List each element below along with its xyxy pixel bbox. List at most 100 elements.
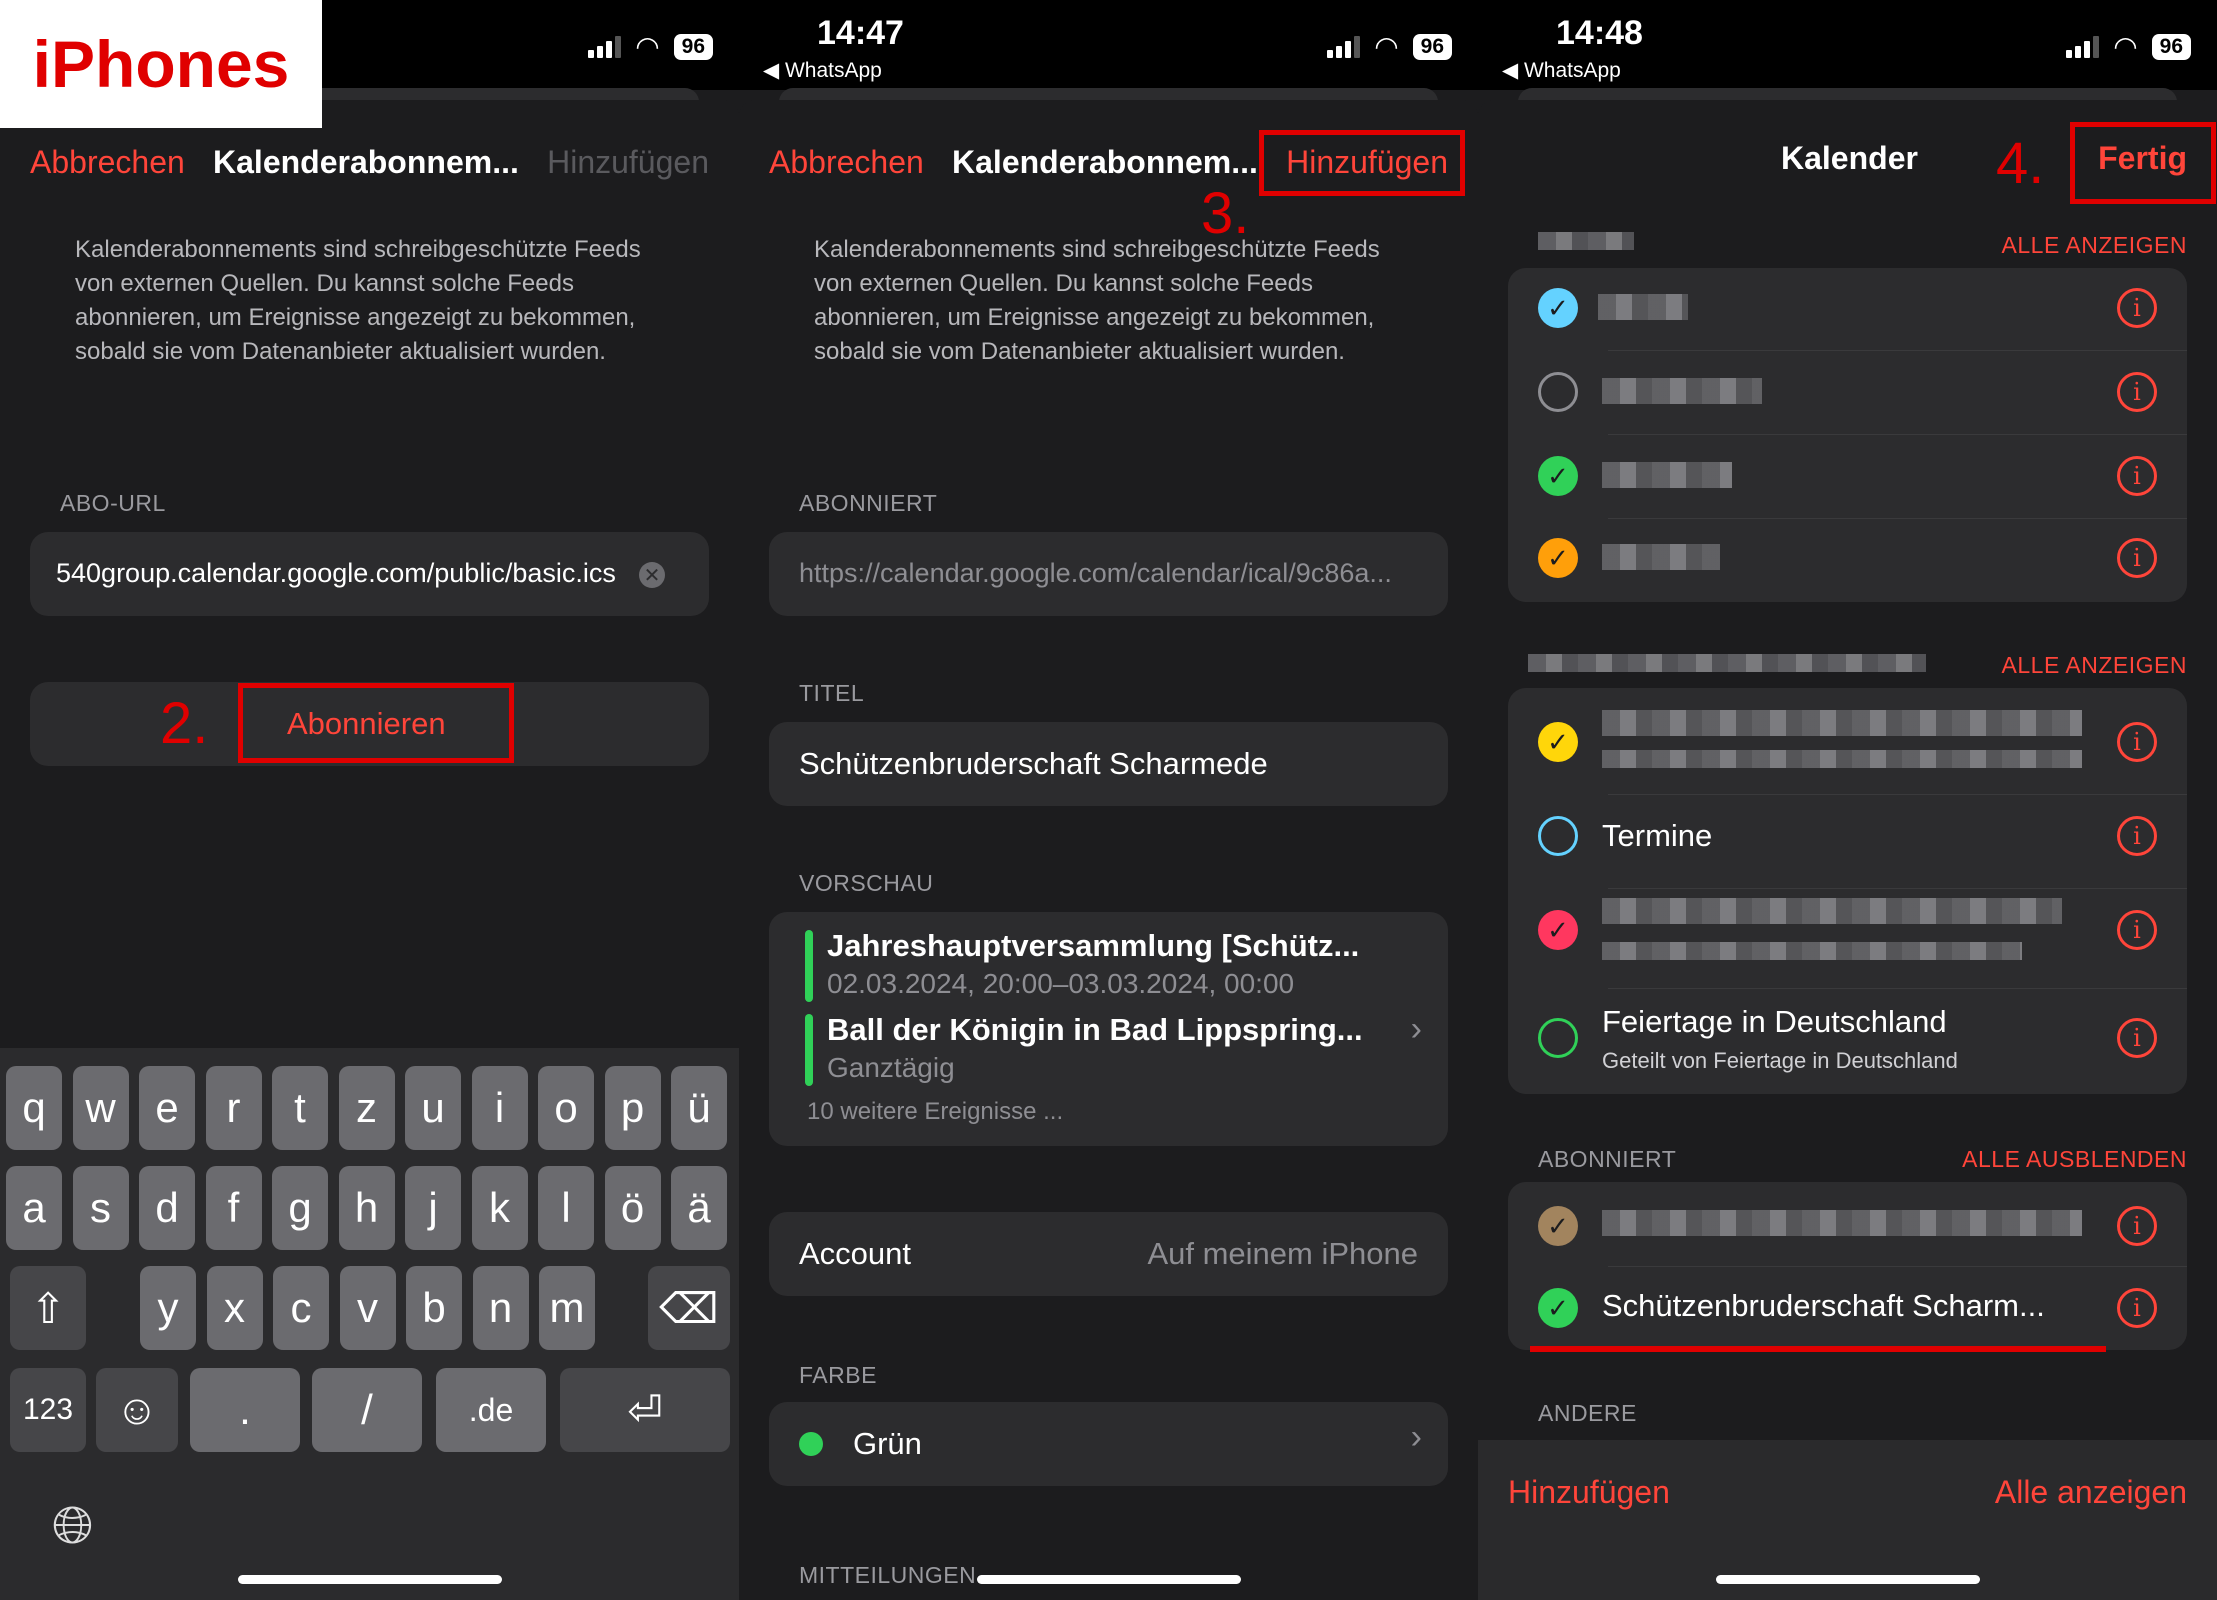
check-icon[interactable]: ✓	[1538, 538, 1578, 578]
watermark-logo: iPhones	[0, 0, 322, 128]
home-indicator[interactable]	[237, 1575, 502, 1584]
key-1[interactable]: w	[72, 1066, 129, 1150]
clear-icon[interactable]: ✕	[639, 562, 665, 588]
shift-key[interactable]: ⇧	[10, 1266, 86, 1350]
numbers-key[interactable]: 123	[10, 1368, 86, 1452]
battery-icon: 96	[1412, 34, 1452, 60]
title-field[interactable]: Schützenbruderschaft Scharmede	[769, 722, 1448, 806]
info-icon[interactable]: i	[2117, 288, 2157, 328]
unchecked-circle-icon[interactable]	[1538, 1018, 1578, 1058]
key-6[interactable]: j	[405, 1166, 461, 1250]
blurred-calendar-name	[1602, 898, 2062, 924]
add-calendar-button[interactable]: Hinzufügen	[1508, 1474, 1670, 1511]
cancel-button[interactable]: Abbrechen	[30, 144, 185, 181]
key-6[interactable]: u	[405, 1066, 461, 1150]
cellular-signal-icon	[2066, 36, 2100, 58]
key-0[interactable]: q	[6, 1066, 62, 1150]
add-button-disabled[interactable]: Hinzufügen	[547, 144, 709, 181]
check-icon[interactable]: ✓	[1538, 288, 1578, 328]
wifi-icon: ◠	[635, 31, 660, 62]
info-icon[interactable]: i	[2117, 372, 2157, 412]
info-icon[interactable]: i	[2117, 456, 2157, 496]
key-6[interactable]: m	[539, 1266, 595, 1350]
hide-all-button[interactable]: ALLE AUSBLENDEN	[1962, 1146, 2187, 1173]
key-4[interactable]: g	[272, 1166, 328, 1250]
key-10[interactable]: ü	[671, 1066, 727, 1150]
more-events-text: 10 weitere Ereignisse ...	[807, 1098, 1064, 1125]
key-2[interactable]: c	[273, 1266, 329, 1350]
info-icon[interactable]: i	[2117, 910, 2157, 950]
dot-key[interactable]: .	[190, 1368, 300, 1452]
info-icon[interactable]: i	[2117, 722, 2157, 762]
subscribed-calendars-group: ✓ i ✓ Schützenbruderschaft Scharm... i	[1508, 1182, 2187, 1350]
preview-card[interactable]: Jahreshauptversammlung [Schütz... 02.03.…	[769, 912, 1448, 1146]
unchecked-circle-icon[interactable]	[1538, 816, 1578, 856]
info-icon[interactable]: i	[2117, 1288, 2157, 1328]
key-8[interactable]: o	[538, 1066, 594, 1150]
back-app-name: WhatsApp	[1523, 59, 1621, 82]
emoji-key[interactable]: ☺	[96, 1368, 178, 1452]
account-row[interactable]: Account Auf meinem iPhone	[769, 1212, 1448, 1296]
key-0[interactable]: a	[6, 1166, 62, 1250]
cancel-button[interactable]: Abbrechen	[769, 144, 924, 181]
show-all-calendars-button[interactable]: Alle anzeigen	[1995, 1474, 2187, 1511]
key-2[interactable]: e	[139, 1066, 195, 1150]
calendar-feiertage: Feiertage in Deutschland	[1602, 1004, 1947, 1039]
backspace-key[interactable]: ⌫	[648, 1266, 730, 1350]
check-icon[interactable]: ✓	[1538, 910, 1578, 950]
key-1[interactable]: x	[206, 1266, 263, 1350]
unchecked-circle-icon[interactable]	[1538, 372, 1578, 412]
key-1[interactable]: s	[72, 1166, 129, 1250]
key-3[interactable]: r	[205, 1066, 262, 1150]
battery-icon: 96	[673, 34, 713, 60]
check-icon[interactable]: ✓	[1538, 456, 1578, 496]
return-key[interactable]: ⏎	[560, 1368, 730, 1452]
home-indicator[interactable]	[1715, 1575, 1980, 1584]
account-value: Auf meinem iPhone	[1147, 1236, 1418, 1271]
status-time: 14:47	[817, 14, 904, 52]
phone-screen-2: 14:47 ◀ WhatsApp ◠ 96 Abbrechen Kalender…	[739, 0, 1478, 1600]
key-5[interactable]: n	[472, 1266, 529, 1350]
other-section-label: ANDERE	[1538, 1400, 1637, 1426]
row-divider	[1608, 988, 2187, 989]
url-input-value[interactable]: 540group.calendar.google.com/public/basi…	[56, 558, 616, 589]
key-7[interactable]: k	[471, 1166, 528, 1250]
event-1-title: Jahreshauptversammlung [Schütz...	[827, 928, 1360, 963]
key-4[interactable]: b	[406, 1266, 462, 1350]
key-5[interactable]: z	[338, 1066, 395, 1150]
domain-key[interactable]: .de	[436, 1368, 546, 1452]
check-icon[interactable]: ✓	[1538, 1288, 1578, 1328]
info-icon[interactable]: i	[2117, 538, 2157, 578]
notifications-section-label: MITTEILUNGEN	[799, 1562, 977, 1588]
key-9[interactable]: ö	[604, 1166, 661, 1250]
show-all-button[interactable]: ALLE ANZEIGEN	[2002, 232, 2187, 259]
key-9[interactable]: p	[604, 1066, 661, 1150]
title-input-value[interactable]: Schützenbruderschaft Scharmede	[799, 746, 1268, 782]
check-icon[interactable]: ✓	[1538, 1206, 1578, 1246]
key-8[interactable]: l	[538, 1166, 594, 1250]
back-to-whatsapp-link[interactable]: ◀ WhatsApp	[763, 58, 882, 83]
back-to-whatsapp-link[interactable]: ◀ WhatsApp	[1502, 58, 1621, 83]
row-divider	[1608, 518, 2187, 519]
show-all-button[interactable]: ALLE ANZEIGEN	[2002, 652, 2187, 679]
info-icon[interactable]: i	[2117, 1018, 2157, 1058]
slash-key[interactable]: /	[312, 1368, 422, 1452]
check-icon[interactable]: ✓	[1538, 722, 1578, 762]
url-field[interactable]: 540group.calendar.google.com/public/basi…	[30, 532, 709, 616]
key-4[interactable]: t	[272, 1066, 328, 1150]
row-divider	[1608, 794, 2187, 795]
info-icon[interactable]: i	[2117, 816, 2157, 856]
calendar-termine: Termine	[1602, 818, 1713, 853]
globe-icon[interactable]: 🌐︎	[52, 1496, 94, 1557]
info-icon[interactable]: i	[2117, 1206, 2157, 1246]
key-0[interactable]: y	[140, 1266, 196, 1350]
home-indicator[interactable]	[976, 1575, 1241, 1584]
key-10[interactable]: ä	[671, 1166, 727, 1250]
key-5[interactable]: h	[338, 1166, 395, 1250]
key-2[interactable]: d	[139, 1166, 195, 1250]
key-7[interactable]: i	[471, 1066, 528, 1150]
key-3[interactable]: f	[205, 1166, 262, 1250]
row-divider	[1608, 350, 2187, 351]
key-3[interactable]: v	[339, 1266, 396, 1350]
color-row[interactable]: Grün ›	[769, 1402, 1448, 1486]
